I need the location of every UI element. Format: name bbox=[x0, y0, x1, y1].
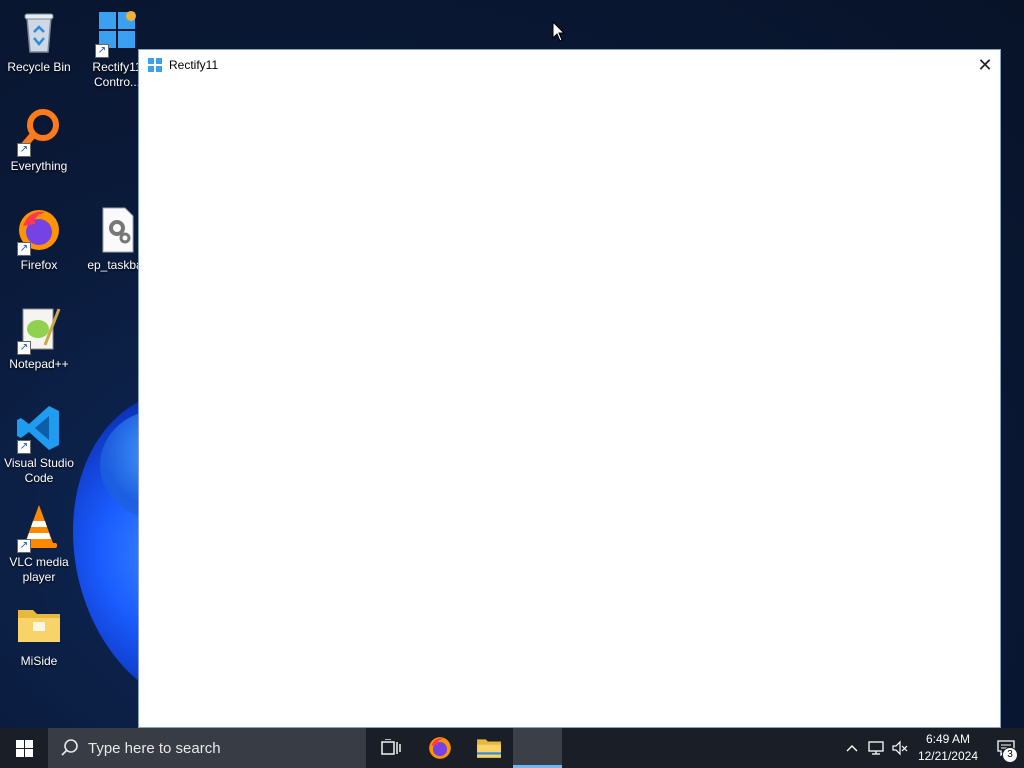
taskbar-file-explorer-button[interactable] bbox=[464, 728, 513, 768]
desktop-icon-miside[interactable]: MiSide bbox=[0, 602, 78, 669]
settings-file-icon bbox=[93, 206, 141, 254]
control-center-icon: ↗ bbox=[93, 8, 141, 58]
desktop-icon-firefox[interactable]: ↗ Firefox bbox=[0, 206, 78, 273]
start-button[interactable] bbox=[0, 728, 48, 768]
window-content bbox=[139, 80, 1000, 727]
desktop-icon-vscode[interactable]: ↗ Visual Studio Code bbox=[0, 404, 78, 486]
folder-icon bbox=[15, 602, 63, 650]
shortcut-arrow-icon: ↗ bbox=[17, 242, 31, 256]
desktop-icon-label: Notepad++ bbox=[9, 357, 69, 371]
rectify11-window[interactable]: Rectify11 ✕ bbox=[138, 49, 1001, 728]
shortcut-arrow-icon: ↗ bbox=[95, 44, 109, 58]
rectify11-app-icon bbox=[148, 58, 162, 72]
windows-logo-icon bbox=[15, 739, 33, 757]
vlc-icon: ↗ bbox=[15, 503, 63, 553]
clock[interactable]: 6:49 AM 12/21/2024 bbox=[912, 731, 988, 765]
task-view-icon bbox=[380, 739, 401, 755]
desktop-icon-vlc[interactable]: ↗ VLC media player bbox=[0, 503, 78, 585]
firefox-icon: ↗ bbox=[15, 206, 63, 256]
close-button[interactable]: ✕ bbox=[970, 50, 1000, 80]
network-icon bbox=[868, 741, 884, 755]
clock-date: 12/21/2024 bbox=[917, 749, 978, 763]
shortcut-arrow-icon: ↗ bbox=[17, 539, 31, 553]
desktop-icon-label: Everything bbox=[10, 159, 68, 173]
desktop-icon-recycle-bin[interactable]: Recycle Bin bbox=[0, 8, 78, 75]
recycle-bin-icon bbox=[15, 8, 63, 56]
volume-muted-icon bbox=[892, 740, 908, 756]
clock-time: 6:49 AM bbox=[925, 732, 970, 746]
file-explorer-icon bbox=[476, 739, 501, 758]
network-button[interactable] bbox=[864, 728, 888, 768]
notepad-plus-plus-icon: ↗ bbox=[15, 305, 63, 355]
search-box[interactable]: Type here to search bbox=[48, 728, 366, 768]
window-titlebar[interactable]: Rectify11 ✕ bbox=[139, 50, 1000, 80]
desktop-icon-notepad-plus-plus[interactable]: ↗ Notepad++ bbox=[0, 305, 78, 372]
volume-button[interactable] bbox=[888, 728, 912, 768]
window-title: Rectify11 bbox=[169, 58, 219, 72]
firefox-icon bbox=[428, 737, 451, 759]
desktop-icon-label: VLC media player bbox=[9, 555, 69, 584]
search-placeholder: Type here to search bbox=[88, 739, 221, 757]
notification-count-badge: 3 bbox=[1002, 747, 1018, 763]
action-center-button[interactable]: 3 bbox=[988, 728, 1024, 768]
desktop-icon-label: Recycle Bin bbox=[7, 60, 71, 74]
desktop-icon-label: Visual Studio Code bbox=[4, 456, 74, 485]
shortcut-arrow-icon: ↗ bbox=[17, 341, 31, 355]
desktop-icon-everything[interactable]: ↗ Everything bbox=[0, 107, 78, 174]
task-view-button[interactable] bbox=[366, 728, 415, 768]
mouse-cursor-icon bbox=[552, 21, 566, 42]
shortcut-arrow-icon: ↗ bbox=[17, 440, 31, 454]
taskbar-firefox-button[interactable] bbox=[415, 728, 464, 768]
desktop-icon-label: Firefox bbox=[20, 258, 58, 272]
system-tray: 6:49 AM 12/21/2024 3 bbox=[840, 728, 1024, 768]
vscode-icon: ↗ bbox=[15, 404, 63, 454]
desktop-icon-label: MiSide bbox=[20, 654, 58, 668]
taskbar: Type here to search 6:49 AM 12/21/2024 3 bbox=[0, 728, 1024, 768]
show-hidden-icons-button[interactable] bbox=[840, 728, 864, 768]
everything-search-icon: ↗ bbox=[15, 107, 63, 157]
taskbar-rectify11-button[interactable] bbox=[513, 728, 562, 768]
shortcut-arrow-icon: ↗ bbox=[17, 143, 31, 157]
close-icon: ✕ bbox=[977, 54, 993, 75]
chevron-up-icon bbox=[846, 745, 858, 752]
search-icon bbox=[61, 739, 78, 756]
